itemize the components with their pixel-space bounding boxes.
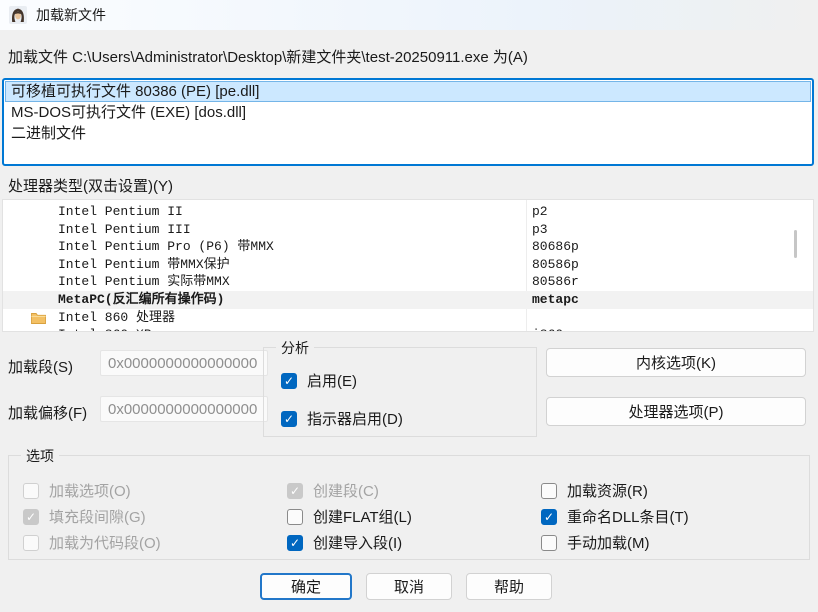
ok-button[interactable]: 确定 [260,573,352,600]
processor-row-partial[interactable]: Intel 860 XP i860xp [3,326,813,332]
checkbox-indicator-enable[interactable]: ✓ 指示器启用(D) [281,408,403,429]
checkbox-icon: ✓ [287,509,303,525]
processor-id: p2 [532,203,548,221]
analysis-groupbox: 分析 ✓ 启用(E) ✓ 指示器启用(D) [263,347,537,437]
checkmark-icon: ✓ [281,411,297,427]
checkbox-label: 手动加载(M) [567,532,650,553]
scrollbar-thumb[interactable] [794,230,797,258]
processor-row[interactable]: Intel Pentium 实际带MMX 80586r [3,273,813,291]
checkbox-label: 启用(E) [307,370,357,391]
processor-name: Intel Pentium II [58,203,183,221]
help-button[interactable]: 帮助 [466,573,552,600]
processor-id: 80586r [532,273,579,291]
checkbox-label: 创建导入段(I) [313,532,402,553]
file-format-option-pe[interactable]: 可移植可执行文件 80386 (PE) [pe.dll] [5,81,811,102]
processor-name: Intel 860 XP [58,326,152,332]
checkbox-label: 创建段(C) [313,480,379,501]
window-title: 加载新文件 [36,5,106,25]
titlebar: 加载新文件 [0,0,818,30]
processor-row[interactable]: Intel Pentium II p2 [3,203,813,221]
checkbox-load-resources[interactable]: ✓ 加载资源(R) [541,480,648,501]
checkbox-load-options: ✓ 加载选项(O) [23,480,131,501]
processor-row[interactable]: Intel Pentium III p3 [3,221,813,239]
checkbox-label: 加载选项(O) [49,480,131,501]
checkmark-icon: ✓ [541,509,557,525]
checkmark-icon: ✓ [287,483,303,499]
checkbox-create-flat-group[interactable]: ✓ 创建FLAT组(L) [287,506,412,527]
checkbox-label: 指示器启用(D) [307,408,403,429]
folder-icon [31,312,46,324]
checkbox-create-segments: ✓ 创建段(C) [287,480,379,501]
processor-list: Intel Pentium II p2 Intel Pentium III p3… [2,199,814,332]
processor-name: Intel Pentium 带MMX保护 [58,256,230,274]
processor-name: Intel Pentium 实际带MMX [58,273,230,291]
processor-options-button[interactable]: 处理器选项(P) [546,397,806,426]
checkbox-label: 加载资源(R) [567,480,648,501]
processor-name: Intel Pentium Pro (P6) 带MMX [58,238,274,256]
file-prompt-label: 加载文件 C:\Users\Administrator\Desktop\新建文件… [8,46,528,67]
processor-name: MetaPC(反汇编所有操作码) [58,291,224,309]
analysis-legend: 分析 [276,338,314,358]
options-legend: 选项 [21,446,59,466]
processor-id: 80586p [532,256,579,274]
cancel-button[interactable]: 取消 [366,573,452,600]
checkbox-load-as-code-segment: ✓ 加载为代码段(O) [23,532,161,553]
checkbox-label: 填充段间隙(G) [49,506,146,527]
ida-app-icon [9,6,27,24]
processor-id: p3 [532,221,548,239]
processor-row[interactable]: Intel Pentium Pro (P6) 带MMX 80686p [3,238,813,256]
processor-name: Intel Pentium III [58,221,191,239]
load-segment-input [100,350,268,376]
checkbox-icon: ✓ [23,483,39,499]
processor-row-metapc-selected[interactable]: MetaPC(反汇编所有操作码) metapc [3,291,813,309]
checkmark-icon: ✓ [287,535,303,551]
load-offset-input [100,396,268,422]
processor-id: i860xp [532,326,579,332]
checkbox-rename-dll-entries[interactable]: ✓ 重命名DLL条目(T) [541,506,689,527]
checkbox-create-imports-segment[interactable]: ✓ 创建导入段(I) [287,532,402,553]
checkbox-manual-load[interactable]: ✓ 手动加载(M) [541,532,650,553]
kernel-options-button[interactable]: 内核选项(K) [546,348,806,377]
load-segment-label: 加载段(S) [8,356,73,377]
file-format-listbox: 可移植可执行文件 80386 (PE) [pe.dll] MS-DOS可执行文件… [2,78,814,166]
processor-row[interactable]: Intel Pentium 带MMX保护 80586p [3,256,813,274]
processor-type-label: 处理器类型(双击设置)(Y) [8,175,173,196]
file-format-option-msdos[interactable]: MS-DOS可执行文件 (EXE) [dos.dll] [5,102,811,123]
checkbox-label: 加载为代码段(O) [49,532,161,553]
checkmark-icon: ✓ [23,509,39,525]
processor-id: 80686p [532,238,579,256]
checkmark-icon: ✓ [281,373,297,389]
file-format-option-binary[interactable]: 二进制文件 [5,123,811,144]
load-new-file-dialog: 加载新文件 加载文件 C:\Users\Administrator\Deskto… [0,0,818,612]
checkbox-icon: ✓ [541,483,557,499]
processor-row-folder[interactable]: Intel 860 处理器 [3,309,813,327]
checkbox-icon: ✓ [23,535,39,551]
checkbox-label: 重命名DLL条目(T) [567,506,689,527]
options-groupbox: 选项 ✓ 加载选项(O) ✓ 填充段间隙(G) ✓ 加载为代码段(O) ✓ 创建… [8,455,810,560]
checkbox-fill-segment-gaps: ✓ 填充段间隙(G) [23,506,146,527]
checkbox-label: 创建FLAT组(L) [313,506,412,527]
checkbox-icon: ✓ [541,535,557,551]
checkbox-analysis-enable[interactable]: ✓ 启用(E) [281,370,357,391]
processor-name: Intel 860 处理器 [58,309,175,327]
processor-id: metapc [532,291,579,309]
load-offset-label: 加载偏移(F) [8,402,87,423]
